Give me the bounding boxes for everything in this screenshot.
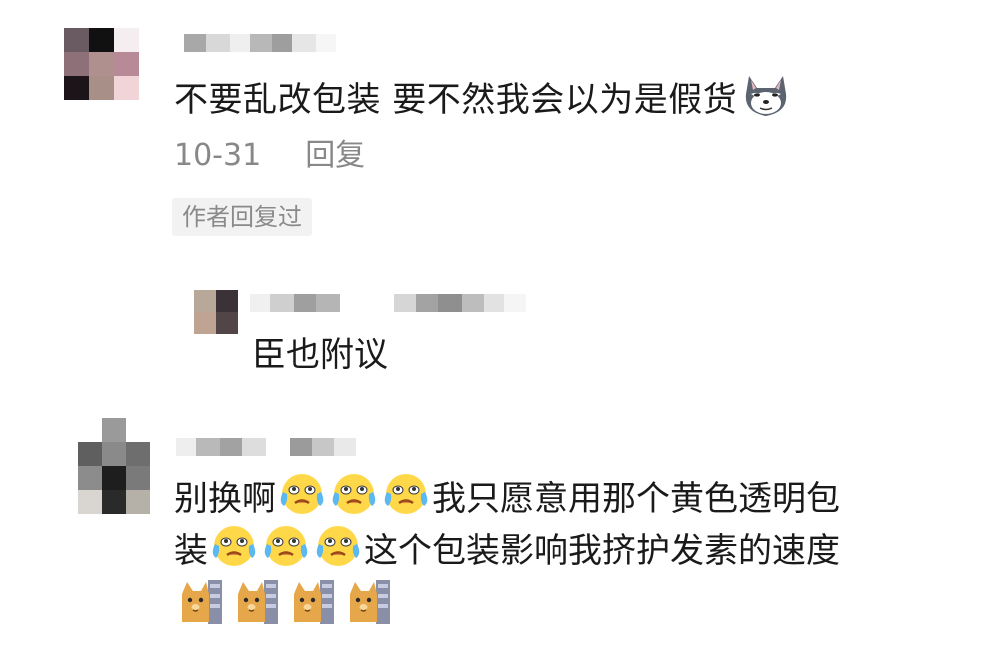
username-blurred[interactable] bbox=[184, 34, 336, 52]
reply-text: 臣也附议 bbox=[252, 335, 388, 375]
reply-avatar[interactable] bbox=[194, 290, 238, 334]
crying-face-icon bbox=[210, 522, 258, 583]
comment-section: 不要乱改包装 要不然我会以为是假货 10-31 回复 作者回复过 臣也附议 别换… bbox=[0, 0, 984, 656]
comment-2-line-2: 装这个包装影响我挤护发素的速度 bbox=[174, 522, 840, 583]
cat-sticker-icon bbox=[346, 578, 392, 630]
author-replied-badge: 作者回复过 bbox=[172, 198, 312, 236]
comment-text: 不要乱改包装 要不然我会以为是假货 bbox=[174, 72, 791, 131]
cat-sticker-icon bbox=[178, 578, 224, 630]
reply-username-blurred[interactable] bbox=[250, 294, 526, 312]
reply-button[interactable]: 回复 bbox=[305, 138, 365, 173]
cat-sticker-icon bbox=[290, 578, 336, 630]
crying-face-icon bbox=[262, 522, 310, 583]
comment-meta: 10-31 回复 bbox=[174, 136, 365, 176]
avatar-2[interactable] bbox=[78, 418, 150, 514]
doge-icon bbox=[741, 72, 791, 131]
comment-date: 10-31 bbox=[174, 138, 262, 173]
sticker-row bbox=[178, 578, 392, 630]
crying-face-icon bbox=[314, 522, 362, 583]
username-2-blurred[interactable] bbox=[176, 438, 356, 456]
avatar[interactable] bbox=[64, 28, 139, 100]
cat-sticker-icon bbox=[234, 578, 280, 630]
